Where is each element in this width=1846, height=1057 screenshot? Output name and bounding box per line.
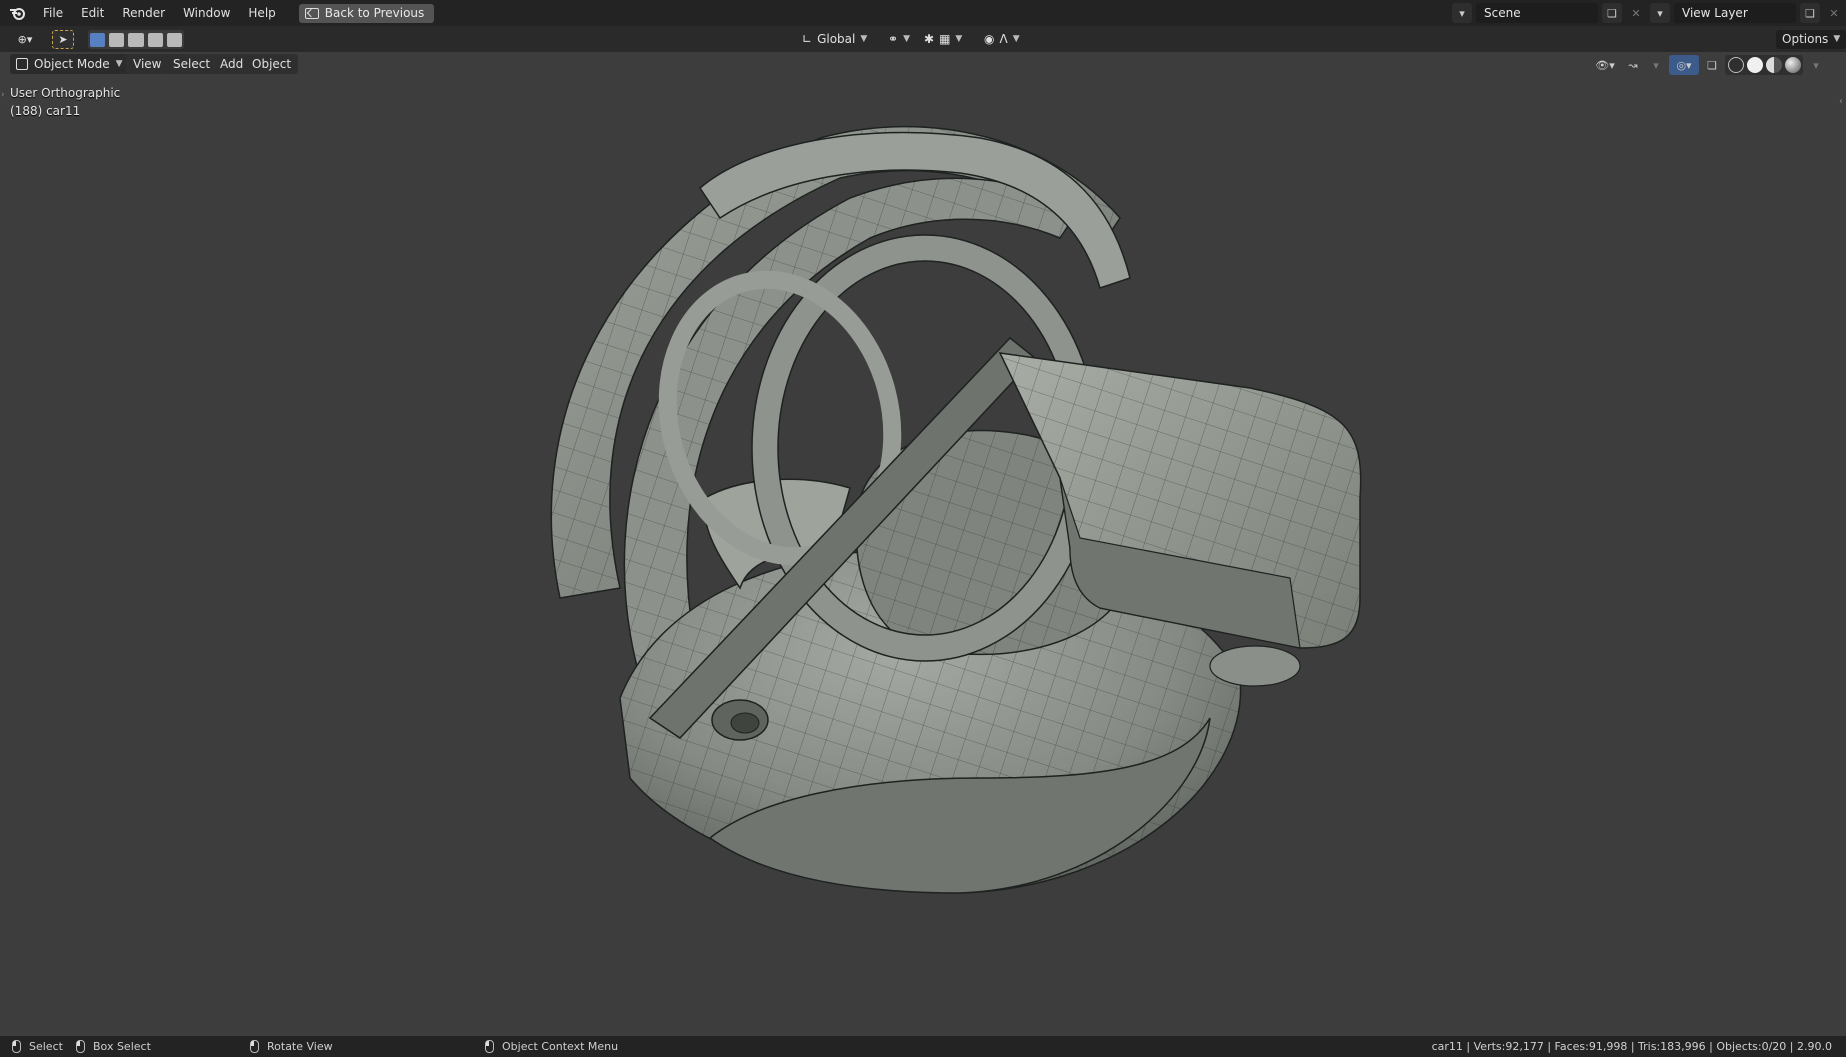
status-rotate-view: Rotate View	[250, 1036, 333, 1057]
menu-edit[interactable]: Edit	[72, 0, 113, 26]
editor-type-icon[interactable]: ⊕▾	[10, 30, 40, 49]
proportional-edit-icon: ◉	[984, 32, 995, 46]
top-menu-bar: File Edit Render Window Help Back to Pre…	[0, 0, 1846, 26]
mode-extend-icon[interactable]	[109, 32, 125, 47]
chevron-down-icon: ▼	[1012, 34, 1020, 44]
3d-model-car11[interactable]	[0, 78, 1846, 1036]
back-icon	[304, 7, 319, 19]
chevron-down-icon: ▼	[955, 34, 963, 44]
back-to-previous-label: Back to Previous	[324, 6, 425, 20]
view-menu[interactable]: View	[126, 54, 169, 74]
scene-icon[interactable]: ▾	[1452, 3, 1472, 23]
shading-rendered-icon[interactable]	[1784, 57, 1801, 73]
chevron-down-icon: ▼	[1833, 34, 1841, 44]
status-bar: Select Box Select Rotate View Object Con…	[0, 1036, 1846, 1057]
snap-dropdown[interactable]: ✱ ▦ ▼	[918, 30, 968, 49]
object-mode-icon	[16, 58, 28, 70]
scene-name-field[interactable]: Scene	[1476, 3, 1598, 23]
pivot-point-dropdown[interactable]: ⚭ ▼	[882, 30, 916, 49]
gizmo-dropdown-icon[interactable]: ▾	[1646, 55, 1666, 75]
status-select: Select	[12, 1036, 63, 1057]
right-hub	[1209, 645, 1301, 687]
snap-grid-icon: ▦	[939, 32, 951, 46]
global-orientation-icon: ∟	[802, 32, 813, 46]
shading-mode-group[interactable]	[1725, 55, 1803, 75]
transform-orientation-label: Global	[817, 32, 856, 46]
new-scene-icon[interactable]: ❏	[1602, 3, 1622, 23]
shading-material-icon[interactable]	[1765, 57, 1782, 73]
object-mode-label: Object Mode	[34, 57, 110, 71]
mouse-right-icon	[485, 1040, 494, 1053]
menu-file[interactable]: File	[34, 0, 72, 26]
chevron-down-icon: ▼	[903, 34, 910, 44]
chevron-down-icon: ▼	[115, 59, 123, 69]
transform-orientation-dropdown[interactable]: ∟ Global ▼	[796, 30, 873, 49]
scene-statistics: car11 | Verts:92,177 | Faces:91,998 | Tr…	[1431, 1040, 1832, 1053]
visibility-icon[interactable]: 👁▾	[1590, 55, 1620, 75]
menu-window[interactable]: Window	[174, 0, 239, 26]
menu-render[interactable]: Render	[113, 0, 174, 26]
proportional-edit-dropdown[interactable]: ◉ Λ ▼	[978, 30, 1026, 49]
tool-header: ⊕▾ ➤ ∟ Global ▼ ⚭ ▼ ✱ ▦ ▼ ◉ Λ ▼ Options …	[0, 26, 1846, 52]
menu-help[interactable]: Help	[239, 0, 284, 26]
new-view-layer-icon[interactable]: ❏	[1800, 3, 1820, 23]
chevron-down-icon: ▼	[860, 34, 868, 44]
mouse-left-icon	[12, 1040, 21, 1053]
status-box-select-label: Box Select	[93, 1040, 151, 1053]
status-context-menu: Object Context Menu	[485, 1036, 618, 1057]
mode-intersect-icon[interactable]	[166, 32, 183, 47]
close-scene-icon[interactable]: ✕	[1626, 3, 1646, 23]
mode-invert-icon[interactable]	[147, 32, 163, 47]
mouse-middle-icon	[250, 1040, 259, 1053]
shading-dropdown-icon[interactable]: ▾	[1806, 55, 1826, 75]
selection-mode-group[interactable]	[88, 30, 184, 49]
options-label: Options	[1782, 32, 1829, 46]
options-dropdown[interactable]: Options ▼	[1776, 30, 1846, 49]
object-menu[interactable]: Object	[245, 54, 299, 74]
gizmo-icon[interactable]: ↝	[1623, 55, 1643, 75]
pivot-icon: ⚭	[888, 32, 899, 46]
viewport-display-controls: 👁▾ ↝ ▾ ◎▾ ❏ ▾	[1590, 55, 1826, 75]
mouse-drag-icon	[76, 1040, 85, 1053]
viewport-header: Object Mode ▼ View Select Add Object	[0, 52, 1846, 78]
status-box-select: Box Select	[76, 1036, 151, 1057]
xray-icon[interactable]: ❏	[1702, 55, 1722, 75]
overlay-icon[interactable]: ◎▾	[1669, 55, 1699, 75]
status-select-label: Select	[29, 1040, 63, 1053]
left-wheel-hub-inner	[730, 712, 760, 734]
status-context-menu-label: Object Context Menu	[502, 1040, 619, 1053]
mode-subtract-icon[interactable]	[128, 32, 144, 47]
mode-new-icon[interactable]	[90, 32, 106, 47]
select-tool-icon[interactable]: ➤	[52, 30, 74, 49]
snap-icon: ✱	[924, 32, 935, 46]
scene-selector: ▾ Scene ❏ ✕	[1452, 3, 1646, 23]
shading-solid-icon[interactable]	[1746, 57, 1763, 73]
view-layer-icon[interactable]: ▾	[1650, 3, 1670, 23]
view-layer-field[interactable]: View Layer	[1674, 3, 1796, 23]
view-layer-selector: ▾ View Layer ❏ ✕	[1650, 3, 1844, 23]
blender-logo-icon[interactable]	[0, 0, 34, 26]
close-view-layer-icon[interactable]: ✕	[1824, 3, 1844, 23]
falloff-icon: Λ	[999, 32, 1008, 46]
status-rotate-label: Rotate View	[267, 1040, 333, 1053]
shading-wireframe-icon[interactable]	[1727, 57, 1744, 73]
object-mode-dropdown[interactable]: Object Mode ▼	[10, 54, 129, 74]
select-menu[interactable]: Select	[166, 54, 218, 74]
back-to-previous-button[interactable]: Back to Previous	[298, 3, 435, 23]
